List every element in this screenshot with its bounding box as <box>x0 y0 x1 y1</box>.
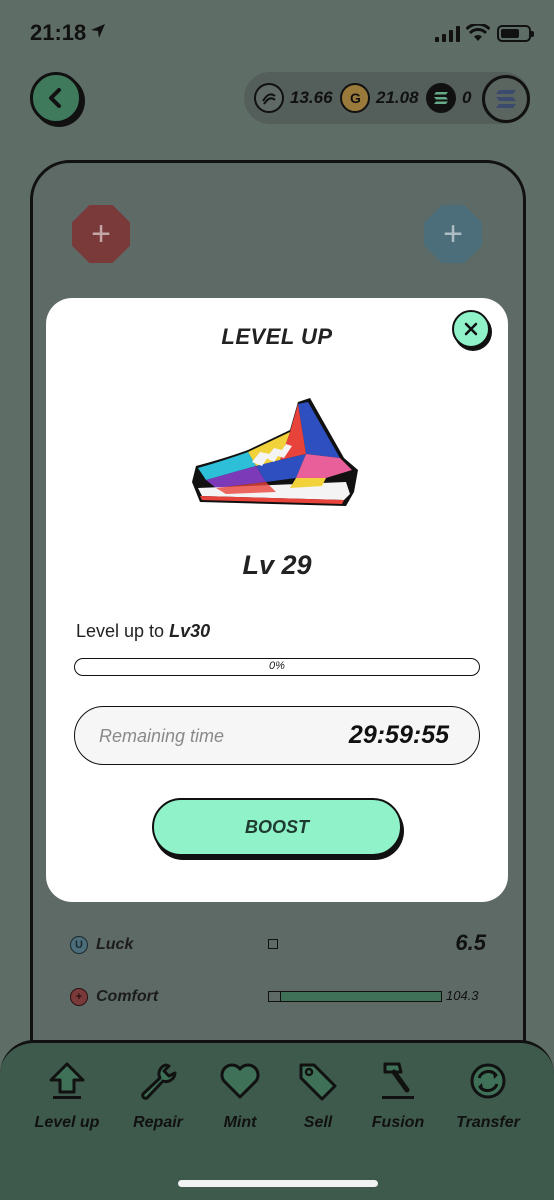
gmt-token-icon: G <box>340 83 370 113</box>
nav-label: Repair <box>133 1114 183 1131</box>
nav-label: Level up <box>34 1114 100 1131</box>
comfort-value: 104.3 <box>446 988 479 1003</box>
comfort-bar <box>268 991 442 1002</box>
boost-button[interactable]: BOOST <box>152 798 402 856</box>
attribute-label: Luck <box>96 936 134 953</box>
battery-icon <box>497 25 534 42</box>
gst-balance-value: 13.66 <box>290 88 333 107</box>
add-socket-blue-button[interactable]: + <box>424 205 482 263</box>
nav-fusion[interactable]: Fusion <box>358 1058 438 1132</box>
dialog-title: LEVEL UP <box>221 324 333 349</box>
attribute-label: Comfort <box>96 988 159 1005</box>
level-up-dialog: LEVEL UP Lv 29 Level up to Lv30 0% Remai… <box>46 298 508 902</box>
sol-token-icon <box>426 83 456 113</box>
nav-level-up[interactable]: Level up <box>27 1058 107 1132</box>
balance-gst[interactable]: 13.66 <box>254 82 333 114</box>
attribute-row-luck: U Luck <box>70 931 133 959</box>
level-up-progress-bar: 0% <box>74 658 480 676</box>
wrench-icon <box>141 1063 177 1100</box>
remaining-time-label: Remaining time <box>99 726 225 746</box>
sneaker-image <box>192 398 358 506</box>
remaining-time-field: Remaining time 29:59:55 <box>74 706 480 765</box>
transfer-icon <box>470 1063 506 1099</box>
gst-token-icon <box>254 83 284 113</box>
solana-icon <box>496 90 516 108</box>
level-up-prefix: Level up to <box>76 621 165 641</box>
current-level: Lv 29 <box>242 550 312 580</box>
back-button[interactable] <box>30 72 82 124</box>
status-time: 21:18 <box>30 20 87 45</box>
nav-sell[interactable]: Sell <box>278 1058 358 1132</box>
signal-icon <box>435 26 460 42</box>
nav-transfer[interactable]: Transfer <box>448 1058 528 1132</box>
tag-icon <box>299 1063 337 1101</box>
heart-icon <box>220 1063 260 1099</box>
level-up-arrow-icon <box>49 1062 85 1099</box>
remaining-time-value: 29:59:55 <box>348 721 449 749</box>
luck-icon: U <box>70 936 88 954</box>
luck-value: 6.5 <box>455 930 486 955</box>
home-indicator <box>178 1180 378 1187</box>
progress-label: 0% <box>269 660 285 672</box>
balance-sol[interactable]: 0 <box>426 82 471 114</box>
level-up-target: Lv30 <box>169 621 211 641</box>
attribute-row-comfort: + Comfort <box>70 983 158 1011</box>
location-arrow-icon <box>91 24 105 38</box>
close-button[interactable] <box>452 310 490 348</box>
wallet-chain-button[interactable] <box>482 75 530 123</box>
comfort-icon: + <box>70 988 88 1006</box>
nav-label: Fusion <box>371 1114 425 1131</box>
wifi-icon <box>466 24 490 41</box>
level-up-target-line: Level up to Lv30 <box>76 621 210 642</box>
luck-bar <box>268 939 278 949</box>
close-icon <box>464 322 478 336</box>
gmt-balance-value: 21.08 <box>376 88 419 107</box>
nav-repair[interactable]: Repair <box>118 1058 198 1132</box>
nav-label: Sell <box>303 1114 333 1131</box>
nav-mint[interactable]: Mint <box>200 1058 280 1132</box>
hammer-icon <box>382 1062 414 1099</box>
svg-text:G: G <box>350 90 361 106</box>
nav-label: Transfer <box>456 1114 520 1131</box>
nav-label: Mint <box>223 1114 257 1131</box>
balance-gmt[interactable]: G 21.08 <box>340 82 419 114</box>
status-bar: 21:18 <box>0 0 554 64</box>
sol-balance-value: 0 <box>462 88 472 107</box>
chevron-left-icon <box>49 88 61 108</box>
